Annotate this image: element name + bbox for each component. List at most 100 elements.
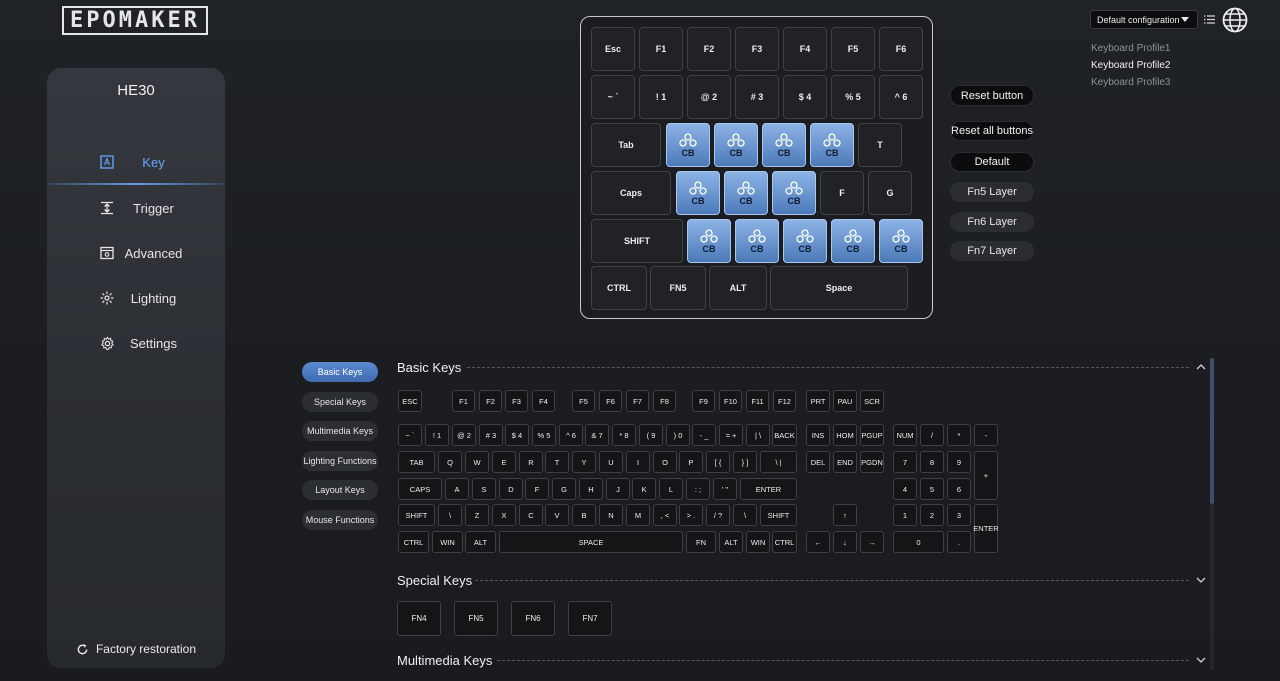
- kb-key-2[interactable]: @ 2: [687, 75, 731, 119]
- basic-key[interactable]: ) 0: [666, 424, 690, 446]
- basic-key[interactable]: Y: [572, 451, 596, 473]
- kb-key-tab[interactable]: Tab: [591, 123, 661, 167]
- basic-key[interactable]: % 5: [532, 424, 556, 446]
- basic-key[interactable]: INS: [806, 424, 830, 446]
- basic-key[interactable]: @ 2: [452, 424, 476, 446]
- basic-key[interactable]: ! 1: [425, 424, 449, 446]
- basic-key[interactable]: SHIFT: [398, 504, 435, 526]
- kb-key-g[interactable]: G: [868, 171, 912, 215]
- basic-key[interactable]: - _: [692, 424, 716, 446]
- basic-key[interactable]: F10: [719, 390, 742, 412]
- kb-key-cb[interactable]: CB: [772, 171, 816, 215]
- basic-key[interactable]: PGUP: [860, 424, 884, 446]
- space-key[interactable]: SPACE: [499, 531, 683, 553]
- basic-key[interactable]: M: [626, 504, 650, 526]
- basic-key[interactable]: F6: [599, 390, 622, 412]
- basic-key[interactable]: TAB: [398, 451, 435, 473]
- basic-key[interactable]: U: [599, 451, 623, 473]
- basic-key[interactable]: R: [519, 451, 543, 473]
- kb-key-ctrl[interactable]: CTRL: [591, 266, 647, 310]
- sidebar-item-lighting[interactable]: Lighting: [47, 280, 225, 316]
- kb-key-cb[interactable]: CB: [724, 171, 768, 215]
- kb-key-esc[interactable]: Esc: [591, 27, 635, 71]
- basic-key[interactable]: W: [465, 451, 489, 473]
- category-lighting-functions[interactable]: Lighting Functions: [302, 451, 378, 471]
- basic-key[interactable]: ALT: [719, 531, 743, 553]
- kb-key-cb[interactable]: CB: [810, 123, 854, 167]
- kb-key-cb[interactable]: CB: [879, 219, 923, 263]
- basic-key[interactable]: : ;: [686, 478, 710, 500]
- basic-key[interactable]: FN: [686, 531, 716, 553]
- basic-key[interactable]: WIN: [432, 531, 463, 553]
- category-layout-keys[interactable]: Layout Keys: [302, 480, 378, 500]
- chevron-down-icon[interactable]: [1195, 654, 1207, 666]
- basic-key[interactable]: 5: [920, 478, 944, 500]
- category-basic-keys[interactable]: Basic Keys: [302, 362, 378, 382]
- basic-key[interactable]: \: [438, 504, 462, 526]
- chevron-down-icon[interactable]: [1195, 574, 1207, 586]
- special-key-fn7[interactable]: FN7: [568, 601, 612, 636]
- config-dropdown[interactable]: Default configuration: [1090, 10, 1198, 29]
- basic-key[interactable]: H: [579, 478, 603, 500]
- kb-key-t[interactable]: T: [858, 123, 902, 167]
- basic-key[interactable]: J: [606, 478, 630, 500]
- arrow-up-key[interactable]: ↑: [833, 504, 857, 526]
- basic-key[interactable]: 0: [893, 531, 944, 553]
- basic-key[interactable]: F7: [626, 390, 649, 412]
- basic-key[interactable]: PRT: [806, 390, 830, 412]
- basic-key[interactable]: > .: [679, 504, 703, 526]
- sidebar-item-trigger[interactable]: Trigger: [47, 190, 225, 226]
- basic-key[interactable]: BACK: [772, 424, 797, 446]
- special-key-fn4[interactable]: FN4: [397, 601, 441, 636]
- kb-key-f5[interactable]: F5: [831, 27, 875, 71]
- basic-key[interactable]: Z: [465, 504, 489, 526]
- kb-key-fn5[interactable]: FN5: [650, 266, 706, 310]
- kb-key-5[interactable]: % 5: [831, 75, 875, 119]
- basic-key[interactable]: | \: [746, 424, 770, 446]
- kb-key-f3[interactable]: F3: [735, 27, 779, 71]
- scrollbar-thumb[interactable]: [1210, 358, 1214, 504]
- basic-key[interactable]: A: [445, 478, 469, 500]
- arrow-down-key[interactable]: ↓: [833, 531, 857, 553]
- profile-item[interactable]: Keyboard Profile1: [1091, 43, 1171, 54]
- kb-key-cb[interactable]: CB: [735, 219, 779, 263]
- basic-key[interactable]: +: [974, 451, 998, 500]
- kb-key-f1[interactable]: F1: [639, 27, 683, 71]
- basic-key[interactable]: F12: [773, 390, 796, 412]
- chevron-up-icon[interactable]: [1195, 361, 1207, 373]
- basic-key[interactable]: L: [659, 478, 683, 500]
- basic-key[interactable]: 3: [947, 504, 971, 526]
- reset-all-buttons[interactable]: Reset all buttons: [950, 121, 1034, 141]
- basic-key[interactable]: / ?: [706, 504, 730, 526]
- basic-key[interactable]: V: [545, 504, 569, 526]
- basic-key[interactable]: F3: [505, 390, 528, 412]
- basic-key[interactable]: CAPS: [398, 478, 442, 500]
- basic-key[interactable]: 9: [947, 451, 971, 473]
- basic-key[interactable]: I: [626, 451, 650, 473]
- basic-key[interactable]: F5: [572, 390, 595, 412]
- kb-key-f4[interactable]: F4: [783, 27, 827, 71]
- basic-key[interactable]: \: [733, 504, 757, 526]
- reset-button[interactable]: Reset button: [950, 85, 1034, 106]
- basic-key[interactable]: CTRL: [772, 531, 797, 553]
- basic-key[interactable]: 7: [893, 451, 917, 473]
- kb-key-cb[interactable]: CB: [762, 123, 806, 167]
- kb-key-caps[interactable]: Caps: [591, 171, 671, 215]
- sidebar-item-settings[interactable]: Settings: [47, 325, 225, 361]
- category-multimedia-keys[interactable]: Multimedia Keys: [302, 421, 378, 441]
- special-key-fn6[interactable]: FN6: [511, 601, 555, 636]
- basic-key[interactable]: F4: [532, 390, 555, 412]
- basic-key[interactable]: SHIFT: [760, 504, 797, 526]
- factory-restoration-button[interactable]: Factory restoration: [47, 642, 225, 656]
- basic-key[interactable]: E: [492, 451, 516, 473]
- fn7-layer-button[interactable]: Fn7 Layer: [950, 241, 1034, 261]
- basic-key[interactable]: F11: [746, 390, 769, 412]
- arrow-left-key[interactable]: ←: [806, 531, 830, 553]
- basic-key[interactable]: 6: [947, 478, 971, 500]
- basic-key[interactable]: # 3: [479, 424, 503, 446]
- basic-key[interactable]: PAU: [833, 390, 857, 412]
- basic-key[interactable]: NUM: [893, 424, 917, 446]
- category-mouse-functions[interactable]: Mouse Functions: [302, 510, 378, 530]
- basic-key[interactable]: D: [499, 478, 523, 500]
- basic-key[interactable]: F1: [452, 390, 475, 412]
